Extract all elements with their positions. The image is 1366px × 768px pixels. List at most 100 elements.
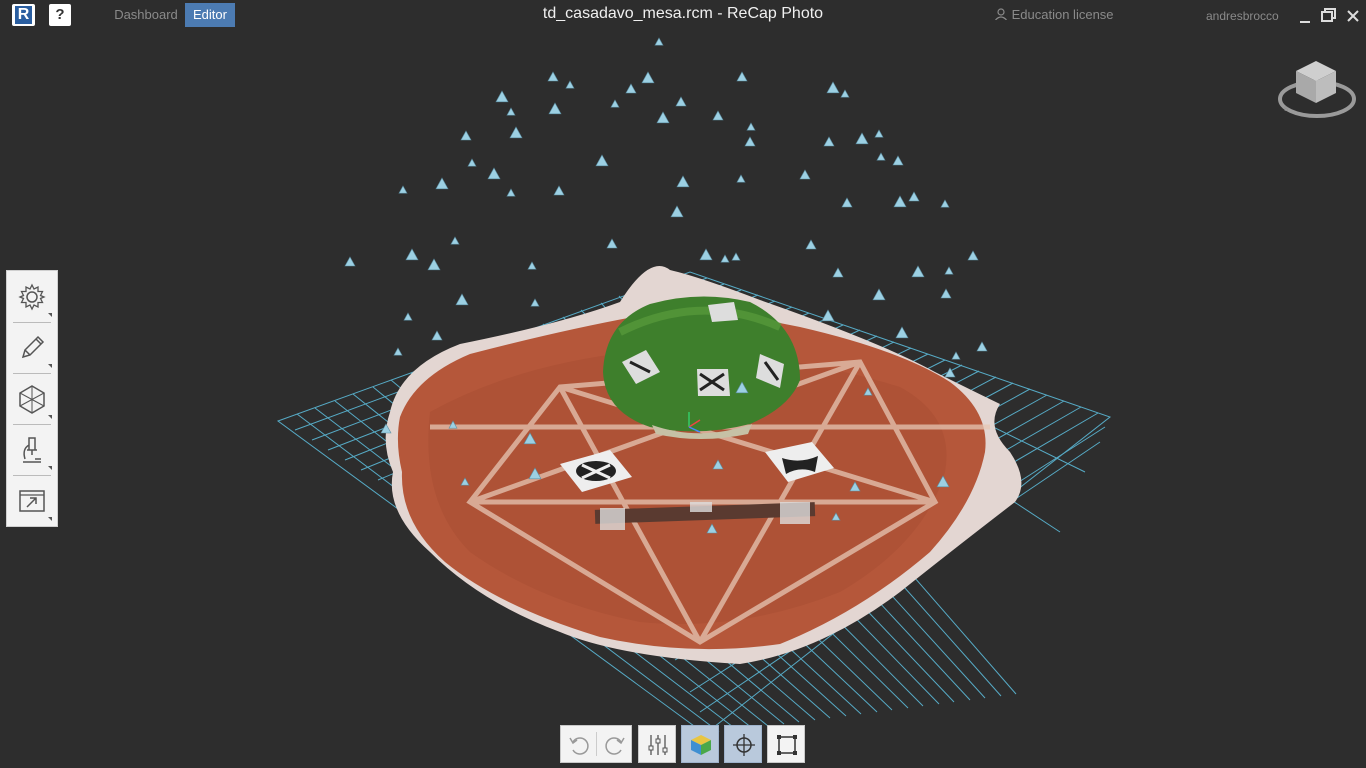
camera-marker bbox=[435, 177, 449, 190]
camera-marker bbox=[720, 254, 730, 263]
flyout-indicator bbox=[48, 466, 52, 470]
camera-marker bbox=[855, 132, 869, 145]
camera-marker bbox=[895, 326, 909, 339]
camera-marker bbox=[940, 199, 950, 208]
minimize-button[interactable] bbox=[1296, 6, 1316, 26]
camera-marker bbox=[606, 238, 618, 249]
title-bar: R ? Dashboard Editor td_casadavo_mesa.rc… bbox=[0, 0, 1366, 32]
camera-marker bbox=[736, 71, 748, 82]
export-icon bbox=[19, 490, 45, 512]
camera-marker bbox=[675, 96, 687, 107]
camera-marker bbox=[799, 169, 811, 180]
camera-marker bbox=[908, 191, 920, 202]
mesh-tool[interactable] bbox=[7, 373, 57, 424]
camera-marker bbox=[826, 81, 840, 94]
camera-marker bbox=[393, 347, 403, 356]
window-title: td_casadavo_mesa.rcm - ReCap Photo bbox=[542, 5, 824, 22]
undo-redo-group bbox=[560, 725, 632, 763]
camera-marker bbox=[805, 239, 817, 250]
close-button[interactable] bbox=[1343, 6, 1363, 26]
close-icon bbox=[1347, 10, 1359, 22]
camera-marker bbox=[527, 261, 537, 270]
camera-marker bbox=[610, 99, 620, 108]
camera-marker bbox=[841, 197, 853, 208]
camera-marker bbox=[530, 298, 540, 307]
flyout-indicator bbox=[48, 517, 52, 521]
viewcube[interactable]: S bbox=[1276, 55, 1358, 121]
camera-marker bbox=[940, 288, 952, 299]
camera-marker bbox=[951, 351, 961, 360]
tab-dashboard[interactable]: Dashboard bbox=[108, 3, 184, 27]
camera-marker bbox=[506, 107, 516, 116]
camera-marker bbox=[840, 89, 850, 98]
adjust-button[interactable] bbox=[638, 725, 676, 763]
camera-marker bbox=[821, 309, 835, 322]
camera-marker bbox=[676, 175, 690, 188]
camera-marker bbox=[460, 130, 472, 141]
gear-icon bbox=[18, 283, 46, 311]
export-tool[interactable] bbox=[7, 475, 57, 526]
settings-tool[interactable] bbox=[7, 271, 57, 322]
camera-marker bbox=[641, 71, 655, 84]
camera-marker bbox=[944, 266, 954, 275]
camera-marker bbox=[487, 167, 501, 180]
render-mode-button[interactable] bbox=[681, 725, 719, 763]
bounding-box-button[interactable] bbox=[767, 725, 805, 763]
redo-icon[interactable] bbox=[603, 733, 627, 757]
camera-marker bbox=[823, 136, 835, 147]
tab-editor[interactable]: Editor bbox=[185, 3, 235, 27]
camera-marker bbox=[699, 248, 713, 261]
camera-marker bbox=[976, 341, 988, 352]
restore-button[interactable] bbox=[1319, 6, 1339, 26]
camera-marker bbox=[398, 185, 408, 194]
camera-marker bbox=[967, 250, 979, 261]
recap-logo[interactable]: R bbox=[12, 4, 35, 26]
camera-marker bbox=[911, 265, 925, 278]
camera-marker bbox=[553, 185, 565, 196]
camera-marker bbox=[712, 110, 724, 121]
camera-marker bbox=[654, 37, 664, 46]
camera-marker bbox=[595, 154, 609, 167]
license-indicator[interactable]: Education license bbox=[994, 7, 1114, 22]
crosshair-icon bbox=[733, 734, 755, 756]
compass-label: S bbox=[1284, 107, 1288, 113]
sliders-icon bbox=[648, 735, 668, 755]
camera-marker bbox=[656, 111, 670, 124]
camera-marker bbox=[744, 136, 756, 147]
camera-marker bbox=[455, 293, 469, 306]
camera-marker bbox=[495, 90, 509, 103]
camera-marker bbox=[467, 158, 477, 167]
camera-marker bbox=[506, 188, 516, 197]
pencil-icon bbox=[21, 335, 45, 359]
camera-marker bbox=[731, 252, 741, 261]
camera-marker bbox=[876, 152, 886, 161]
pivot-button[interactable] bbox=[724, 725, 762, 763]
undo-icon[interactable] bbox=[567, 733, 591, 757]
mesh-hexagon-icon bbox=[19, 385, 45, 414]
shaded-cube-icon bbox=[691, 735, 711, 755]
username[interactable]: andresbrocco bbox=[1206, 9, 1279, 23]
camera-marker bbox=[431, 330, 443, 341]
analysis-tool[interactable] bbox=[7, 424, 57, 475]
flyout-indicator bbox=[48, 415, 52, 419]
camera-marker bbox=[736, 174, 746, 183]
camera-marker bbox=[832, 267, 844, 278]
bounding-box-icon bbox=[777, 735, 797, 755]
camera-marker bbox=[872, 288, 886, 301]
camera-marker bbox=[670, 205, 684, 218]
flyout-indicator bbox=[48, 313, 52, 317]
help-button[interactable]: ? bbox=[49, 4, 71, 26]
camera-marker bbox=[874, 129, 884, 138]
camera-marker bbox=[509, 126, 523, 139]
camera-marker bbox=[892, 155, 904, 166]
edit-tool[interactable] bbox=[7, 322, 57, 373]
camera-marker bbox=[547, 71, 559, 82]
license-label: Education license bbox=[1011, 7, 1114, 22]
camera-marker bbox=[548, 102, 562, 115]
3d-viewport[interactable] bbox=[0, 32, 1366, 768]
camera-marker bbox=[427, 258, 441, 271]
logo-letter: R bbox=[15, 6, 32, 24]
camera-marker bbox=[405, 248, 419, 261]
camera-marker bbox=[344, 256, 356, 267]
left-toolbar bbox=[6, 270, 58, 527]
